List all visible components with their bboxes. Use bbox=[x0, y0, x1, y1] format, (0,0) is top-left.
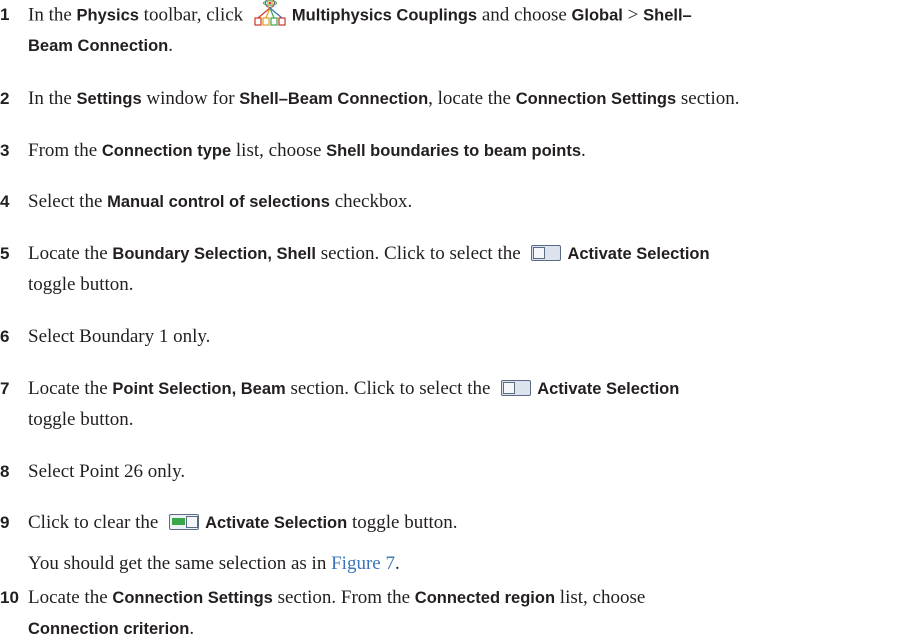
bold-term: Multiphysics Couplings bbox=[291, 6, 478, 25]
bold-term: Connection Settings bbox=[112, 589, 273, 607]
step-line: Select Boundary 1 only. bbox=[28, 322, 908, 352]
bold-term: Activate Selection bbox=[205, 514, 348, 532]
toggle-off-icon bbox=[531, 244, 562, 261]
text-run: section. bbox=[676, 88, 740, 109]
text-run: . bbox=[168, 35, 174, 56]
text-run: Select Boundary 1 only. bbox=[28, 326, 211, 347]
step-line: Click to clear the Activate Selection to… bbox=[28, 508, 908, 538]
step-line: In the Physics toolbar, click Multiphysi… bbox=[28, 0, 908, 32]
text-run: . bbox=[581, 140, 586, 161]
step-line: Select Point 26 only. bbox=[28, 457, 908, 487]
text-run: Locate the bbox=[28, 243, 113, 264]
text-run: window for bbox=[141, 88, 240, 109]
text-run: section. From the bbox=[272, 587, 415, 608]
bold-term: Beam Connection bbox=[28, 37, 169, 55]
step-line: From the Connection type list, choose Sh… bbox=[28, 136, 908, 166]
text-run: Select the bbox=[28, 191, 108, 212]
text-run: checkbox. bbox=[329, 191, 413, 212]
step-line: Locate the Boundary Selection, Shell sec… bbox=[28, 239, 908, 269]
text-run: toggle button. bbox=[28, 409, 134, 430]
text-run: list, choose bbox=[555, 587, 646, 608]
text-run: In the bbox=[28, 4, 77, 26]
toggle-off-icon bbox=[501, 379, 532, 396]
bold-term: Shell– bbox=[643, 6, 692, 25]
text-run: Click to clear the bbox=[28, 512, 164, 533]
multiphysics-couplings-icon bbox=[254, 0, 286, 28]
bold-term: Settings bbox=[76, 90, 142, 108]
text-run: You should get the same selection as in bbox=[28, 553, 332, 574]
text-run: section. Click to select the bbox=[315, 243, 526, 264]
text-run: Locate the bbox=[28, 587, 113, 608]
bold-term: Point Selection, Beam bbox=[112, 380, 286, 398]
figure-link[interactable]: Figure 7 bbox=[331, 553, 395, 574]
bold-term: Connection criterion bbox=[28, 620, 190, 638]
step-line: toggle button. bbox=[28, 270, 908, 300]
text-run: section. Click to select the bbox=[285, 378, 496, 399]
text-run: Locate the bbox=[28, 378, 113, 399]
step-line: Beam Connection. bbox=[28, 31, 908, 61]
instruction-document: 1 In the Physics toolbar, click Multiphy… bbox=[0, 0, 916, 642]
text-run: toggle button. bbox=[28, 274, 134, 295]
step-line: Locate the Point Selection, Beam section… bbox=[28, 374, 908, 404]
text-run: > bbox=[622, 4, 644, 26]
text-run: and choose bbox=[477, 4, 572, 26]
step-line: You should get the same selection as in … bbox=[28, 549, 908, 579]
bold-term: Shell–Beam Connection bbox=[239, 90, 429, 108]
step-line: In the Settings window for Shell–Beam Co… bbox=[28, 84, 908, 114]
bold-term: Connection type bbox=[101, 142, 232, 160]
bold-term: Physics bbox=[76, 6, 139, 25]
bold-term: Connected region bbox=[414, 589, 556, 607]
step-line: Connection criterion. bbox=[28, 614, 908, 644]
step-line: Select the Manual control of selections … bbox=[28, 187, 908, 217]
bold-term: Global bbox=[571, 6, 623, 25]
bold-term: Activate Selection bbox=[567, 245, 710, 263]
text-run: In the bbox=[28, 88, 77, 109]
text-run: . bbox=[394, 553, 400, 574]
toggle-on-icon bbox=[169, 513, 200, 530]
text-run: From the bbox=[28, 140, 102, 161]
bold-term: Shell boundaries to beam points bbox=[326, 142, 582, 160]
step-line: toggle button. bbox=[28, 405, 908, 435]
bold-term: Connection Settings bbox=[515, 90, 677, 108]
step-line: Locate the Connection Settings section. … bbox=[28, 583, 908, 613]
bold-term: Manual control of selections bbox=[107, 193, 330, 211]
text-run: , locate the bbox=[428, 88, 516, 109]
text-run: . bbox=[189, 618, 195, 639]
bold-term: Activate Selection bbox=[537, 380, 680, 398]
text-run: toggle button. bbox=[347, 512, 458, 533]
bold-term: Boundary Selection, Shell bbox=[112, 245, 316, 263]
text-run: list, choose bbox=[231, 140, 327, 161]
text-run: Select Point 26 only. bbox=[28, 461, 186, 482]
text-run: toolbar, click bbox=[138, 4, 248, 26]
